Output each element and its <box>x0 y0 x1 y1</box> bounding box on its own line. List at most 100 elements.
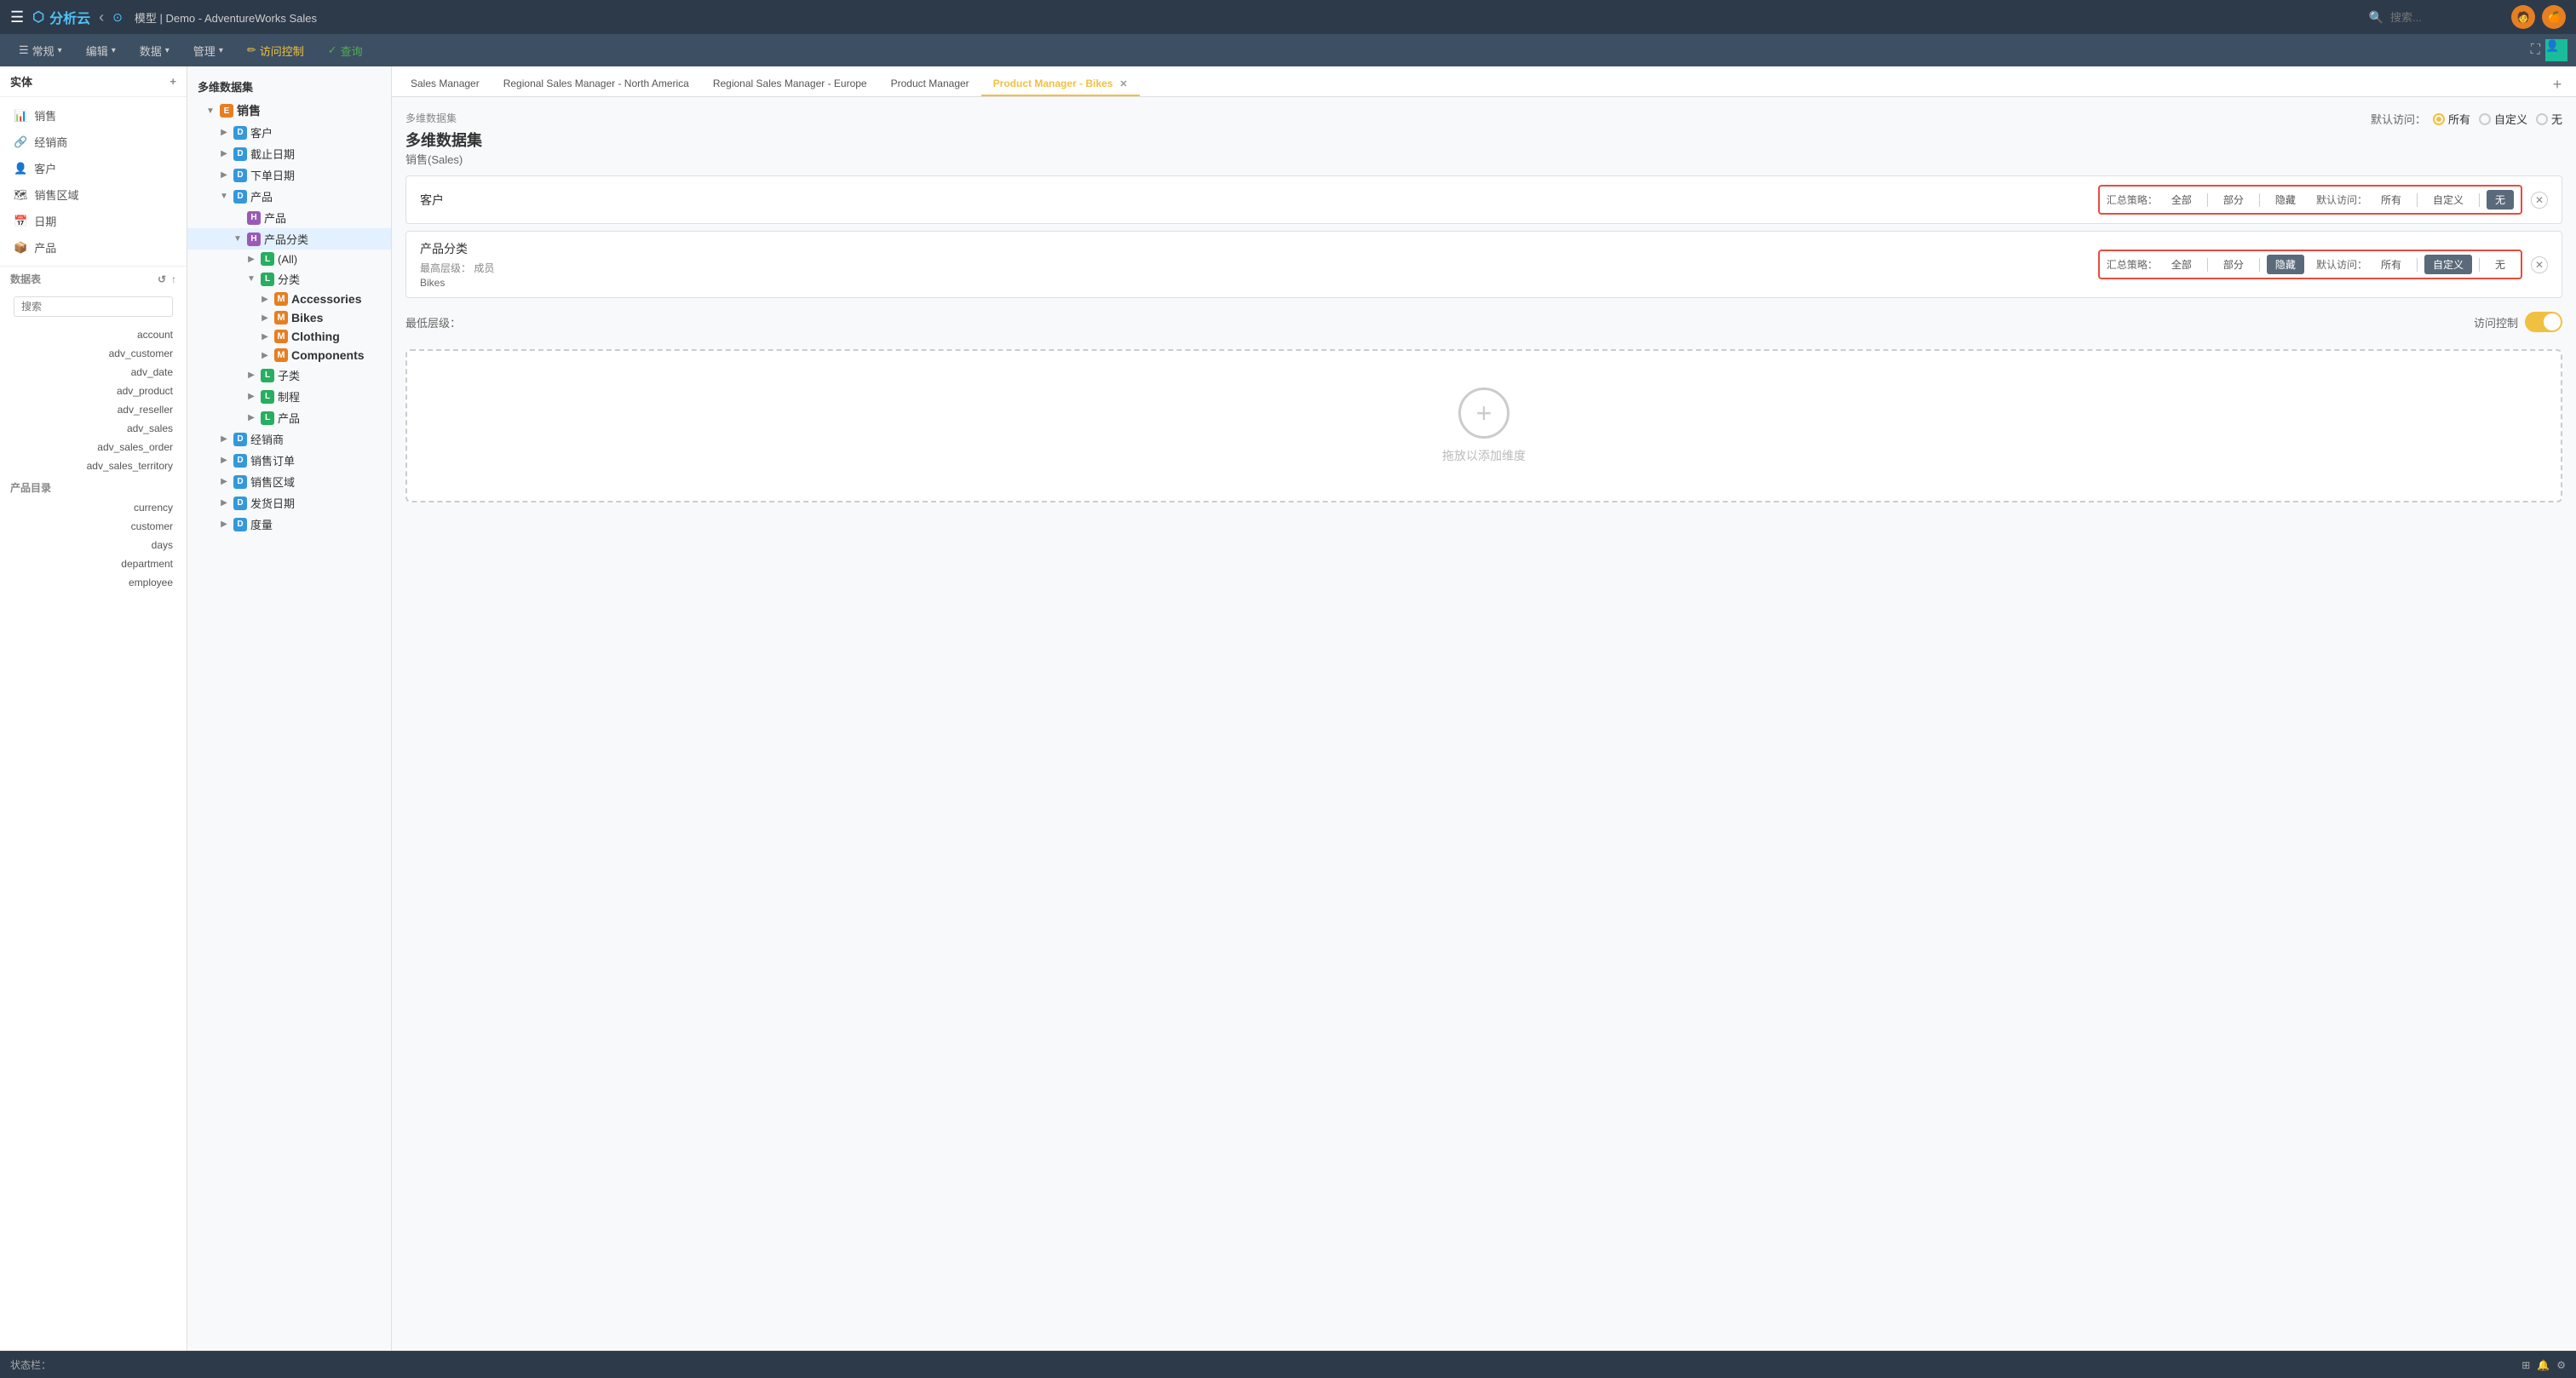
tree-node-bikes[interactable]: ▶ M Bikes <box>187 308 391 327</box>
category-access-all[interactable]: 所有 <box>2372 255 2410 274</box>
menu-data[interactable]: 数据 ▾ <box>129 39 180 62</box>
customer-strategy-hide[interactable]: 隐藏 <box>2267 190 2304 210</box>
tree-node-product-l[interactable]: ▶ L 产品 <box>187 407 391 428</box>
sidebar-item-territory[interactable]: 🗺 销售区域 <box>0 181 187 208</box>
drop-zone[interactable]: + 拖放以添加维度 <box>405 349 2562 502</box>
table-item-customer[interactable]: customer <box>0 517 187 536</box>
expand-icon-customer[interactable]: ▶ <box>218 128 230 137</box>
customer-close-button[interactable]: ✕ <box>2531 192 2548 209</box>
table-search-input[interactable] <box>14 296 173 317</box>
add-tab-button[interactable]: + <box>2545 72 2569 96</box>
expand-icon-end-date[interactable]: ▶ <box>218 149 230 158</box>
tree-node-measure[interactable]: ▶ D 度量 <box>187 514 391 535</box>
tree-node-accessories[interactable]: ▶ M Accessories <box>187 290 391 308</box>
tree-node-product-category[interactable]: ▼ H 产品分类 <box>187 228 391 250</box>
menu-regular[interactable]: ☰ 常规 ▾ <box>9 39 72 62</box>
hamburger-icon[interactable]: ☰ <box>10 9 24 26</box>
customer-strategy-all[interactable]: 全部 <box>2163 190 2200 210</box>
tree-node-process[interactable]: ▶ L 制程 <box>187 386 391 407</box>
tab-regional-europe[interactable]: Regional Sales Manager - Europe <box>701 72 879 96</box>
tab-product-manager[interactable]: Product Manager <box>879 72 981 96</box>
category-strategy-all[interactable]: 全部 <box>2163 255 2200 274</box>
category-strategy-hide[interactable]: 隐藏 <box>2267 255 2304 274</box>
access-radio-none[interactable]: 无 <box>2536 111 2562 127</box>
user-avatar[interactable]: 👤 <box>2545 39 2567 61</box>
tree-node-category[interactable]: ▼ L 分类 <box>187 268 391 290</box>
table-item-currency[interactable]: currency <box>0 498 187 517</box>
menu-admin[interactable]: 管理 ▾ <box>183 39 233 62</box>
expand-icon-product-l[interactable]: ▶ <box>245 413 257 422</box>
customer-strategy-partial[interactable]: 部分 <box>2215 190 2252 210</box>
tree-node-end-date[interactable]: ▶ D 截止日期 <box>187 143 391 164</box>
menu-query[interactable]: ✓ 查询 <box>318 39 373 62</box>
category-access-custom[interactable]: 自定义 <box>2424 255 2472 274</box>
search-input[interactable] <box>2390 11 2493 24</box>
tree-node-ship-date[interactable]: ▶ D 发货日期 <box>187 492 391 514</box>
category-close-button[interactable]: ✕ <box>2531 256 2548 273</box>
table-item-adv-sales[interactable]: adv_sales <box>0 419 187 438</box>
back-icon[interactable]: ‹ <box>99 9 104 26</box>
tab-product-manager-bikes[interactable]: Product Manager - Bikes ✕ <box>981 72 1140 96</box>
tree-node-all[interactable]: ▶ L (All) <box>187 250 391 268</box>
table-item-adv-date[interactable]: adv_date <box>0 363 187 382</box>
customer-access-custom[interactable]: 自定义 <box>2424 190 2472 210</box>
tree-node-product-h[interactable]: H 产品 <box>187 207 391 228</box>
expand-icon-sales-order[interactable]: ▶ <box>218 456 230 465</box>
expand-icon-all[interactable]: ▶ <box>245 255 257 264</box>
avatar-user2[interactable]: 🍊 <box>2542 5 2566 29</box>
expand-icon-order-date[interactable]: ▶ <box>218 170 230 180</box>
access-control-toggle[interactable] <box>2525 312 2562 332</box>
expand-icon-product-category[interactable]: ▼ <box>232 234 244 244</box>
table-item-adv-product[interactable]: adv_product <box>0 382 187 400</box>
tree-node-clothing[interactable]: ▶ M Clothing <box>187 327 391 346</box>
table-item-adv-reseller[interactable]: adv_reseller <box>0 400 187 419</box>
tree-node-sales[interactable]: ▼ E 销售 <box>187 100 391 122</box>
access-radio-custom[interactable]: 自定义 <box>2479 111 2527 127</box>
access-radio-all[interactable]: 所有 <box>2433 111 2470 127</box>
expand-icon-category[interactable]: ▼ <box>245 274 257 284</box>
expand-icon-components[interactable]: ▶ <box>259 351 271 360</box>
menu-edit[interactable]: 编辑 ▾ <box>76 39 126 62</box>
expand-icon-ship-date[interactable]: ▶ <box>218 498 230 508</box>
table-item-days[interactable]: days <box>0 536 187 554</box>
sidebar-item-date[interactable]: 📅 日期 <box>0 208 187 234</box>
tree-node-components[interactable]: ▶ M Components <box>187 346 391 365</box>
add-entity-button[interactable]: + <box>170 75 176 88</box>
table-item-adv-customer[interactable]: adv_customer <box>0 344 187 363</box>
table-item-adv-sales-territory[interactable]: adv_sales_territory <box>0 456 187 475</box>
tab-regional-north-america[interactable]: Regional Sales Manager - North America <box>492 72 701 96</box>
sidebar-item-sales[interactable]: 📊 销售 <box>0 102 187 129</box>
tree-node-sales-territory[interactable]: ▶ D 销售区域 <box>187 471 391 492</box>
tree-node-sales-order[interactable]: ▶ D 销售订单 <box>187 450 391 471</box>
refresh-icon[interactable]: ↺ <box>158 273 166 285</box>
tree-node-order-date[interactable]: ▶ D 下单日期 <box>187 164 391 186</box>
tree-node-product-d[interactable]: ▼ D 产品 <box>187 186 391 207</box>
customer-access-all[interactable]: 所有 <box>2372 190 2410 210</box>
avatar-user1[interactable]: 🧑 <box>2511 5 2535 29</box>
menu-access-control[interactable]: ✏ 访问控制 <box>237 39 314 62</box>
table-item-employee[interactable]: employee <box>0 573 187 592</box>
sidebar-item-reseller[interactable]: 🔗 经销商 <box>0 129 187 155</box>
expand-icon-accessories[interactable]: ▶ <box>259 295 271 304</box>
expand-icon[interactable]: ⛶ <box>2531 43 2540 58</box>
category-access-none[interactable]: 无 <box>2487 255 2514 274</box>
expand-icon-measure[interactable]: ▶ <box>218 520 230 529</box>
tab-close-icon[interactable]: ✕ <box>1119 78 1127 89</box>
sidebar-item-product[interactable]: 📦 产品 <box>0 234 187 261</box>
upload-icon[interactable]: ↑ <box>171 273 176 285</box>
expand-icon-sales-territory[interactable]: ▶ <box>218 477 230 486</box>
customer-access-none[interactable]: 无 <box>2487 190 2514 210</box>
tab-sales-manager[interactable]: Sales Manager <box>399 72 492 96</box>
expand-icon-subcat[interactable]: ▶ <box>245 370 257 380</box>
table-item-adv-sales-order[interactable]: adv_sales_order <box>0 438 187 456</box>
category-strategy-partial[interactable]: 部分 <box>2215 255 2252 274</box>
table-item-department[interactable]: department <box>0 554 187 573</box>
tree-node-subcat[interactable]: ▶ L 子类 <box>187 365 391 386</box>
tree-node-customer[interactable]: ▶ D 客户 <box>187 122 391 143</box>
expand-icon-process[interactable]: ▶ <box>245 392 257 401</box>
sidebar-item-customer[interactable]: 👤 客户 <box>0 155 187 181</box>
tree-node-reseller[interactable]: ▶ D 经销商 <box>187 428 391 450</box>
expand-icon-product-d[interactable]: ▼ <box>218 192 230 201</box>
table-item-account[interactable]: account <box>0 325 187 344</box>
expand-icon-reseller[interactable]: ▶ <box>218 434 230 444</box>
